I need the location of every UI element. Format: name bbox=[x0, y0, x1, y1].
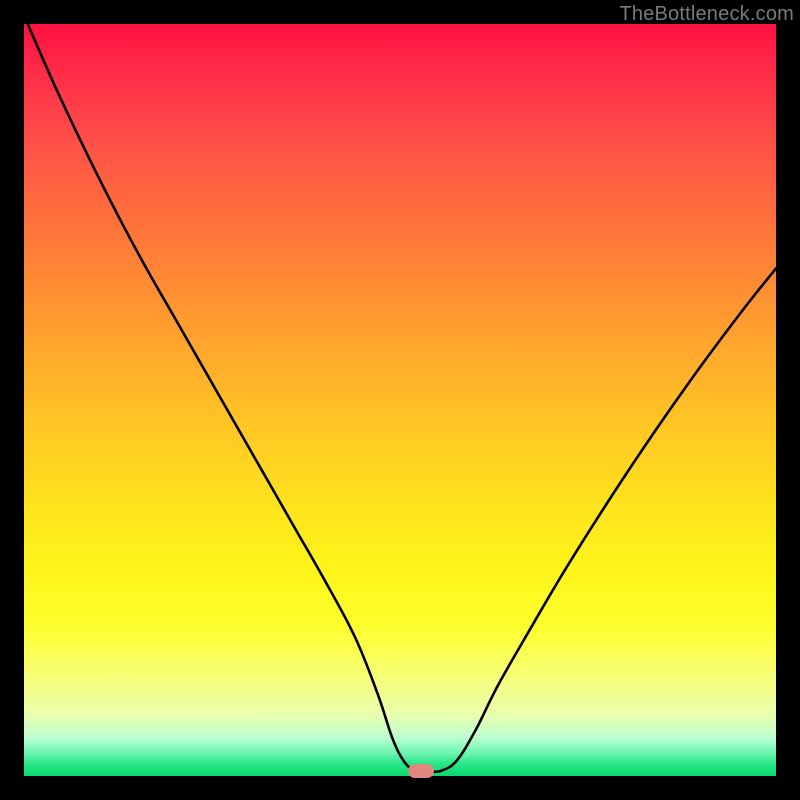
bottleneck-curve bbox=[24, 24, 776, 776]
optimum-marker bbox=[408, 764, 434, 778]
plot-area bbox=[24, 24, 776, 776]
chart-frame: TheBottleneck.com bbox=[0, 0, 800, 800]
watermark-text: TheBottleneck.com bbox=[619, 3, 794, 26]
